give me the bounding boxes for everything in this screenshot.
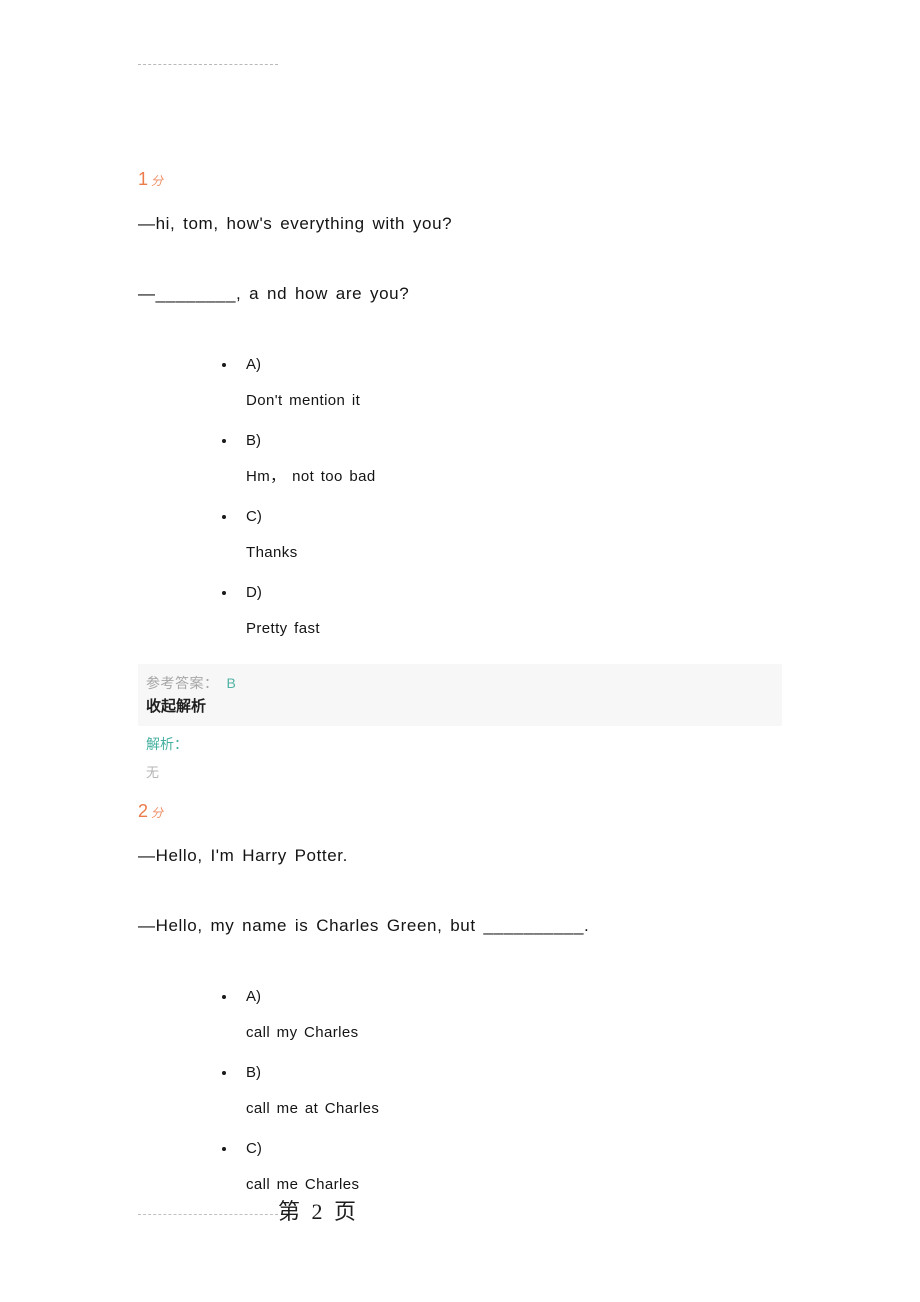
collapse-explanation-button[interactable]: 收起解析 xyxy=(146,694,782,718)
answer-label: 参考答案： xyxy=(146,675,219,691)
answer-panel: 参考答案： B 收起解析 xyxy=(138,664,782,726)
options-list-1: A) Don't mention it B) Hm， not too bad C… xyxy=(138,350,838,654)
option-letter: C) xyxy=(222,502,838,528)
option-item[interactable]: B) call me at Charles xyxy=(138,1058,838,1134)
option-item[interactable]: C) Thanks xyxy=(138,502,838,578)
option-text: call me at Charles xyxy=(246,1100,380,1117)
answer-row: 参考答案： B xyxy=(146,673,782,694)
explanation-label: 解析： xyxy=(146,736,188,752)
explanation-body: 无 xyxy=(146,765,160,780)
score-unit: 分 xyxy=(151,806,164,820)
option-item[interactable]: D) Pretty fast xyxy=(138,578,838,654)
answer-value: B xyxy=(226,675,236,691)
options-list-2: A) call my Charles B) call me at Charles… xyxy=(138,982,838,1210)
question-score-1: 1分 xyxy=(138,168,838,192)
option-text: Don't mention it xyxy=(246,392,361,409)
score-number: 2 xyxy=(138,801,149,821)
header-dashed-rule xyxy=(138,64,278,65)
option-letter: B) xyxy=(222,426,838,452)
question-prompt-line: —hi, tom, how's everything with you? xyxy=(138,214,453,233)
page-number: 第 2 页 xyxy=(278,1199,360,1224)
option-text: Thanks xyxy=(246,544,298,561)
document-page: 1分 —hi, tom, how's everything with you? … xyxy=(0,0,920,1302)
questions-container: 1分 —hi, tom, how's everything with you? … xyxy=(138,168,838,1210)
option-item[interactable]: B) Hm， not too bad xyxy=(138,426,838,502)
option-item[interactable]: A) call my Charles xyxy=(138,982,838,1058)
question-block-2: 2分 —Hello, I'm Harry Potter. —Hello, my … xyxy=(138,800,838,1210)
question-prompt-line: —Hello, my name is Charles Green, but __… xyxy=(138,916,590,935)
option-text: Hm， not too bad xyxy=(246,468,376,485)
score-unit: 分 xyxy=(151,174,164,188)
option-letter: C) xyxy=(222,1134,838,1160)
option-text: call my Charles xyxy=(246,1024,359,1041)
page-footer: 第 2 页 xyxy=(138,1192,838,1232)
option-letter: D) xyxy=(222,578,838,604)
question-block-1: 1分 —hi, tom, how's everything with you? … xyxy=(138,168,838,784)
option-letter: B) xyxy=(222,1058,838,1084)
option-text: Pretty fast xyxy=(246,620,320,637)
question-prompt-line: —________, a nd how are you? xyxy=(138,284,410,303)
question-score-2: 2分 xyxy=(138,800,838,824)
question-prompt-line: —Hello, I'm Harry Potter. xyxy=(138,846,348,865)
option-item[interactable]: A) Don't mention it xyxy=(138,350,838,426)
score-number: 1 xyxy=(138,169,149,189)
footer-dashed-rule xyxy=(138,1214,278,1215)
option-letter: A) xyxy=(222,350,838,376)
option-letter: A) xyxy=(222,982,838,1008)
